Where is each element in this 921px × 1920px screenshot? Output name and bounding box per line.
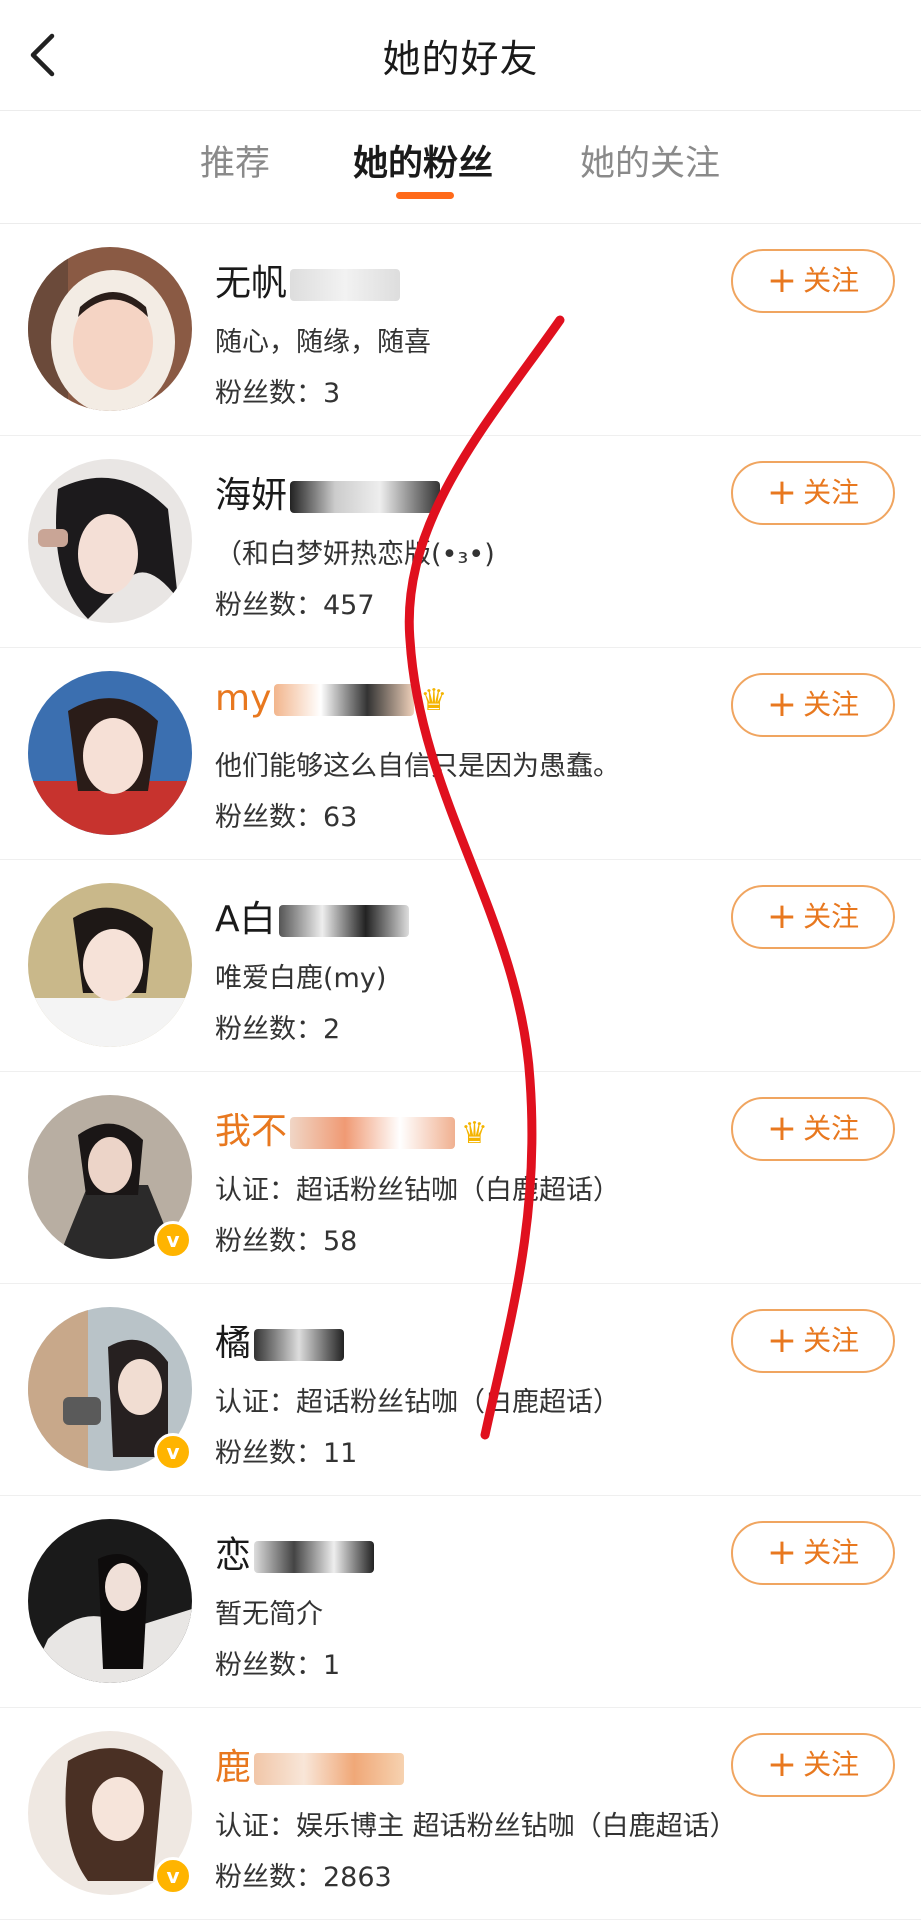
fan-count: 粉丝数：58 <box>215 1226 358 1257</box>
plus-icon: + <box>766 1108 798 1149</box>
follow-button[interactable]: + 关注 <box>731 1521 895 1585</box>
user-bio: 暂无简介 <box>215 1599 323 1630</box>
avatar-photo-icon <box>28 883 192 1047</box>
avatar[interactable]: v <box>28 1095 192 1259</box>
follow-button[interactable]: + 关注 <box>731 461 895 525</box>
plus-icon: + <box>766 260 798 301</box>
avatar-photo-icon <box>28 671 192 835</box>
avatar-photo-icon <box>28 1519 192 1683</box>
list-item[interactable]: A白 唯爱白鹿(my) 粉丝数：2 + 关注 <box>0 860 921 1072</box>
user-bio: 他们能够这么自信只是因为愚蠢。 <box>215 751 620 782</box>
avatar[interactable] <box>28 883 192 1047</box>
follow-button[interactable]: + 关注 <box>731 1733 895 1797</box>
avatar[interactable]: v <box>28 1731 192 1895</box>
avatar[interactable] <box>28 1519 192 1683</box>
user-name[interactable]: 橘 <box>215 1314 715 1366</box>
tab-her-fans[interactable]: 她的粉丝 <box>353 135 493 186</box>
verified-badge-icon: v <box>154 1433 192 1471</box>
fan-count: 粉丝数：3 <box>215 378 341 409</box>
verified-badge-icon: v <box>154 1221 192 1259</box>
plus-icon: + <box>766 472 798 513</box>
follow-button[interactable]: + 关注 <box>731 1097 895 1161</box>
list-item[interactable]: 恋 暂无简介 粉丝数：1 + 关注 <box>0 1496 921 1708</box>
tab-her-following[interactable]: 她的关注 <box>580 135 720 186</box>
fan-count: 粉丝数：1 <box>215 1650 341 1681</box>
avatar[interactable] <box>28 459 192 623</box>
follow-button[interactable]: + 关注 <box>731 673 895 737</box>
list-item[interactable]: v 橘 认证：超话粉丝钻咖（白鹿超话） 粉丝数：11 + 关注 <box>0 1284 921 1496</box>
avatar-photo-icon <box>28 247 192 411</box>
user-bio: 唯爱白鹿(my) <box>215 963 387 994</box>
user-name[interactable]: 无帆 <box>215 254 715 306</box>
list-item[interactable]: v 我不 ♛ 认证：超话粉丝钻咖（白鹿超话） 粉丝数：58 + 关注 <box>0 1072 921 1284</box>
verified-badge-icon: v <box>154 1857 192 1895</box>
user-name[interactable]: 海妍 <box>215 466 715 518</box>
plus-icon: + <box>766 1320 798 1361</box>
top-bar: 她的好友 <box>0 0 921 111</box>
list-item[interactable]: my ♛ 他们能够这么自信只是因为愚蠢。 粉丝数：63 + 关注 <box>0 648 921 860</box>
user-name[interactable]: my ♛ <box>215 678 715 730</box>
avatar[interactable] <box>28 247 192 411</box>
tab-recommend[interactable]: 推荐 <box>200 135 270 186</box>
avatar[interactable]: v <box>28 1307 192 1471</box>
user-name[interactable]: 我不 ♛ <box>215 1102 715 1154</box>
user-name[interactable]: 鹿 <box>215 1738 715 1790</box>
list-item[interactable]: v 鹿 认证：娱乐博主 超话粉丝钻咖（白鹿超话） 粉丝数：2863 + 关注 <box>0 1708 921 1920</box>
fan-count: 粉丝数：2863 <box>215 1862 392 1893</box>
plus-icon: + <box>766 1744 798 1785</box>
fan-count: 粉丝数：2 <box>215 1014 341 1045</box>
fans-list: 无帆 随心，随缘，随喜 粉丝数：3 + 关注 海妍 （和白梦妍热恋版(•₃•) 粉… <box>0 224 921 1920</box>
tab-bar: 推荐 她的粉丝 她的关注 <box>0 111 921 224</box>
avatar-photo-icon <box>28 459 192 623</box>
follow-button[interactable]: + 关注 <box>731 885 895 949</box>
plus-icon: + <box>766 896 798 937</box>
fan-count: 粉丝数：457 <box>215 590 375 621</box>
user-bio: 认证：娱乐博主 超话粉丝钻咖（白鹿超话） <box>215 1811 737 1842</box>
avatar[interactable] <box>28 671 192 835</box>
list-item[interactable]: 海妍 （和白梦妍热恋版(•₃•) 粉丝数：457 + 关注 <box>0 436 921 648</box>
user-bio: 认证：超话粉丝钻咖（白鹿超话） <box>215 1387 620 1418</box>
fan-count: 粉丝数：63 <box>215 802 358 833</box>
user-name[interactable]: A白 <box>215 890 715 942</box>
plus-icon: + <box>766 684 798 725</box>
page-title: 她的好友 <box>382 37 539 81</box>
user-bio: 随心，随缘，随喜 <box>215 327 431 358</box>
vip-crown-icon: ♛ <box>461 1115 488 1151</box>
user-name[interactable]: 恋 <box>215 1526 715 1578</box>
follow-button[interactable]: + 关注 <box>731 249 895 313</box>
follow-button[interactable]: + 关注 <box>731 1309 895 1373</box>
plus-icon: + <box>766 1532 798 1573</box>
list-item[interactable]: 无帆 随心，随缘，随喜 粉丝数：3 + 关注 <box>0 224 921 436</box>
vip-crown-icon: ♛ <box>420 682 448 718</box>
user-bio: （和白梦妍热恋版(•₃•) <box>215 539 495 570</box>
active-tab-indicator <box>396 192 454 199</box>
user-bio: 认证：超话粉丝钻咖（白鹿超话） <box>215 1175 620 1206</box>
fan-count: 粉丝数：11 <box>215 1438 358 1469</box>
